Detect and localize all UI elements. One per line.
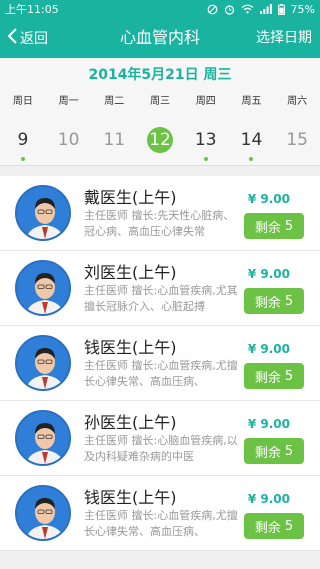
doctor-description: 主任医师 擅长:心血管疾病,尤擅长心律失常、高血压病、 [84, 359, 238, 388]
doctor-fee: ¥ 9.00 [247, 192, 290, 206]
weekday-label: 周四 [195, 96, 216, 107]
remaining-count: 5 [284, 293, 294, 309]
nav-bar: 返回 心血管内科 选择日期 [0, 18, 320, 58]
doctor-card[interactable]: 钱医生(上午) 主任医师 擅长:心血管疾病,尤擅长心律失常、高血压病、 ¥ 9.00… [0, 476, 320, 551]
wifi-icon [241, 4, 254, 14]
doctor-card[interactable]: 孙医生(上午) 主任医师 擅长:心脑血管疾病,以及内科疑难杂病的中医 ¥ 9.00 剩… [0, 401, 320, 476]
day-number: 14 [240, 130, 263, 150]
day-number: 12 [149, 130, 171, 150]
day-cell[interactable]: 14 [229, 120, 275, 161]
doctor-fee: ¥ 9.00 [247, 342, 290, 356]
status-time: 上午11:05 [5, 3, 59, 16]
doctor-fee: ¥ 9.00 [247, 417, 290, 431]
battery-level: 75% [290, 2, 315, 16]
mute-icon [207, 4, 218, 15]
remaining-slots-button[interactable]: 剩余 5 [244, 513, 304, 539]
day-number: 11 [103, 130, 126, 150]
weekday-label: 周二 [104, 96, 125, 107]
day-number: 13 [194, 130, 217, 150]
remaining-slots-button[interactable]: 剩余 5 [244, 288, 304, 314]
doctor-description: 主任医师 擅长:心脑血管疾病,以及内科疑难杂病的中医 [84, 434, 238, 463]
doctor-fee: ¥ 9.00 [247, 492, 290, 506]
day-row: 9 10 11 12 13 14 15 [0, 120, 320, 161]
doctor-avatar [15, 410, 71, 466]
remaining-count: 5 [284, 368, 294, 384]
calendar-date-title: 2014年5月21日 周三 [88, 67, 232, 83]
weekday-label: 周三 [150, 96, 171, 107]
status-icons: 75% [207, 3, 315, 16]
remaining-label: 剩余 [254, 370, 281, 386]
doctor-fee: ¥ 9.00 [247, 267, 290, 281]
select-date-button[interactable]: 选择日期 [256, 18, 312, 58]
remaining-label: 剩余 [254, 220, 281, 236]
day-cell[interactable]: 15 [274, 120, 320, 160]
doctor-avatar [15, 260, 71, 316]
doctor-card[interactable]: 刘医生(上午) 主任医师 擅长:心血管疾病,尤其擅长冠脉介入、心脏起搏 ¥ 9.00… [0, 251, 320, 326]
alarm-icon [224, 4, 235, 15]
day-number: 10 [57, 130, 80, 150]
day-cell[interactable]: 10 [46, 120, 92, 160]
doctor-name: 戴医生(上午) [84, 188, 177, 207]
doctor-description: 主任医师 擅长:心血管疾病,尤擅长心律失常、高血压病、 [84, 509, 238, 538]
remaining-slots-button[interactable]: 剩余 5 [244, 438, 304, 464]
day-cell[interactable]: 13 [183, 120, 229, 161]
doctor-description: 主任医师 擅长:心血管疾病,尤其擅长冠脉介入、心脏起搏 [84, 284, 238, 313]
doctor-card[interactable]: 戴医生(上午) 主任医师 擅长:先天性心脏病、冠心病、高血压心律失常 ¥ 9.00 剩… [0, 176, 320, 251]
battery-icon [277, 3, 285, 15]
doctor-avatar [15, 485, 71, 541]
remaining-slots-button[interactable]: 剩余 5 [244, 363, 304, 389]
remaining-label: 剩余 [254, 445, 281, 461]
weekday-label: 周六 [287, 96, 308, 107]
doctor-avatar [15, 185, 71, 241]
availability-dot [20, 157, 25, 161]
remaining-label: 剩余 [254, 295, 281, 311]
doctor-name: 孙医生(上午) [84, 413, 177, 432]
remaining-count: 5 [284, 443, 294, 459]
doctor-name: 刘医生(上午) [84, 263, 177, 282]
doctor-avatar [15, 335, 71, 391]
day-cell[interactable]: 11 [91, 120, 137, 160]
day-number: 15 [286, 130, 308, 150]
remaining-count: 5 [284, 518, 294, 534]
back-button[interactable]: 返回 [6, 18, 48, 58]
weekday-header: 周日 周一 周二 周三 周四 周五 周六 [0, 92, 320, 107]
remaining-count: 5 [284, 218, 294, 234]
remaining-label: 剩余 [254, 520, 281, 536]
doctor-card[interactable]: 钱医生(上午) 主任医师 擅长:心血管疾病,尤擅长心律失常、高血压病、 ¥ 9.00… [0, 326, 320, 401]
day-number: 9 [17, 130, 29, 150]
back-label: 返回 [20, 31, 48, 47]
day-cell[interactable]: 9 [0, 120, 46, 161]
doctor-list: 戴医生(上午) 主任医师 擅长:先天性心脏病、冠心病、高血压心律失常 ¥ 9.00 剩… [0, 176, 320, 551]
doctor-description: 主任医师 擅长:先天性心脏病、冠心病、高血压心律失常 [84, 209, 235, 238]
availability-dot [203, 157, 208, 161]
remaining-slots-button[interactable]: 剩余 5 [244, 213, 304, 239]
doctor-name: 钱医生(上午) [84, 338, 177, 357]
weekday-label: 周日 [12, 96, 33, 107]
chevron-left-icon [6, 27, 18, 49]
weekday-label: 周一 [58, 96, 79, 107]
weekday-label: 周五 [241, 96, 262, 107]
day-selected[interactable]: 12 [137, 120, 183, 160]
signal-icon [259, 4, 272, 14]
status-bar: 上午11:05 75% [0, 0, 320, 18]
doctor-name: 钱医生(上午) [84, 488, 177, 507]
